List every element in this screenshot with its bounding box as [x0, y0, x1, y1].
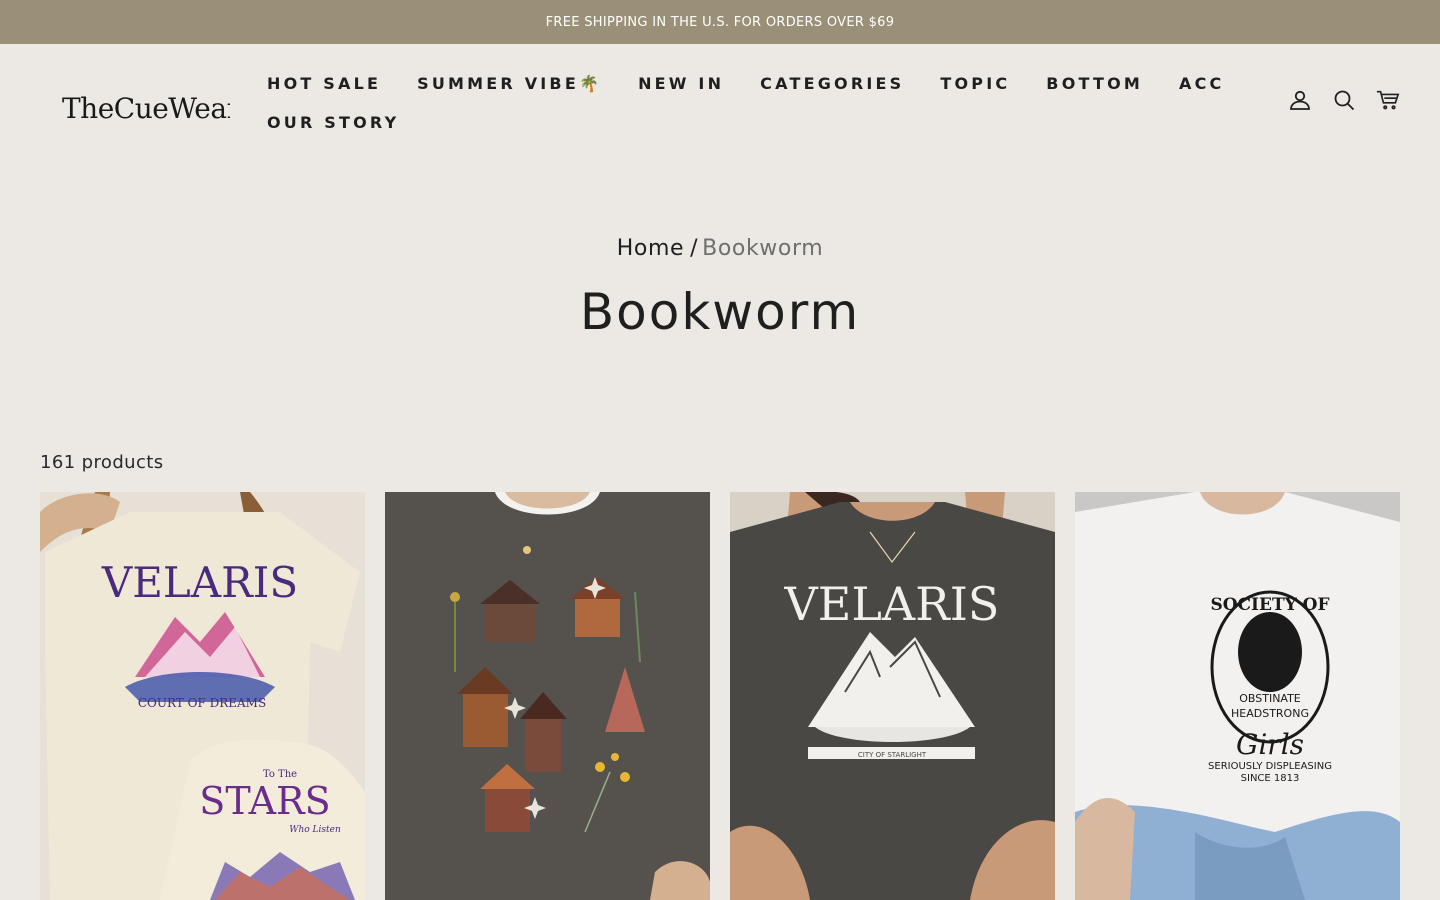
nav-item-hot-sale[interactable]: HOT SALE	[249, 74, 399, 93]
velaris-text: VELARIS	[784, 577, 1000, 631]
court-of-dreams-text: COURT OF DREAMS	[138, 696, 266, 710]
nav-item-new-in[interactable]: NEW IN	[620, 74, 742, 93]
search-icon[interactable]	[1332, 88, 1356, 112]
nav-item-our-story[interactable]: OUR STORY	[249, 113, 417, 132]
user-icon[interactable]	[1288, 88, 1312, 112]
nav-item-bottom[interactable]: BOTTOM	[1028, 74, 1161, 93]
girls-text: Girls	[1236, 728, 1304, 761]
announcement-text: FREE SHIPPING IN THE U.S. FOR ORDERS OVE…	[545, 14, 895, 30]
nav-item-topic[interactable]: TOPIC	[922, 74, 1028, 93]
society-of-text: SOCIETY OF	[1210, 595, 1329, 615]
since-1813-text: SINCE 1813	[1241, 773, 1300, 784]
city-of-starlight-text: CITY OF STARLIGHT	[858, 751, 927, 759]
who-listen-text: Who Listen	[289, 825, 341, 835]
nav-item-summer-vibe[interactable]: SUMMER VIBE🌴	[399, 74, 620, 93]
breadcrumb-current: Bookworm	[702, 236, 824, 261]
product-card[interactable]: VELARIS CITY OF STARLIGHT	[730, 492, 1055, 900]
page-title: Bookworm	[579, 283, 861, 341]
product-image: VELARIS COURT OF DREAMS To The STARS Who…	[40, 492, 365, 900]
main-navigation: HOT SALE SUMMER VIBE🌴 NEW IN CATEGORIES …	[249, 64, 1249, 142]
headstrong-text: HEADSTRONG	[1231, 707, 1309, 720]
seriously-displeasing-text: SERIOUSLY DISPLEASING	[1208, 761, 1332, 772]
header-icons	[1288, 88, 1400, 112]
product-image	[385, 492, 710, 900]
breadcrumb: Home / Bookworm	[0, 236, 1440, 261]
product-card[interactable]	[385, 492, 710, 900]
product-card[interactable]: VELARIS COURT OF DREAMS To The STARS Who…	[40, 492, 365, 900]
nav-item-acc[interactable]: ACC	[1161, 74, 1242, 93]
product-image: VELARIS CITY OF STARLIGHT	[730, 492, 1055, 900]
breadcrumb-home-link[interactable]: Home	[617, 236, 684, 261]
nav-item-categories[interactable]: CATEGORIES	[742, 74, 922, 93]
cart-icon[interactable]	[1376, 88, 1400, 112]
nav-row-1: HOT SALE SUMMER VIBE🌴 NEW IN CATEGORIES …	[249, 64, 1249, 103]
svg-text:TheCueWear: TheCueWear	[62, 92, 230, 125]
brand-logo[interactable]: TheCueWear	[60, 88, 241, 128]
obstinate-text: OBSTINATE	[1239, 692, 1301, 705]
product-image: SOCIETY OF OBSTINATE HEADSTRONG Girls SE…	[1075, 492, 1400, 900]
announcement-bar: FREE SHIPPING IN THE U.S. FOR ORDERS OVE…	[0, 0, 1440, 44]
velaris-text: VELARIS	[101, 558, 298, 607]
product-grid: VELARIS COURT OF DREAMS To The STARS Who…	[40, 492, 1400, 900]
stars-text: STARS	[199, 779, 330, 823]
product-card[interactable]: SOCIETY OF OBSTINATE HEADSTRONG Girls SE…	[1075, 492, 1400, 900]
nav-row-2: OUR STORY	[249, 103, 1249, 142]
product-count: 161 products	[40, 452, 164, 473]
brand-logo-wordmark: TheCueWear	[62, 92, 241, 125]
breadcrumb-separator: /	[690, 236, 699, 261]
